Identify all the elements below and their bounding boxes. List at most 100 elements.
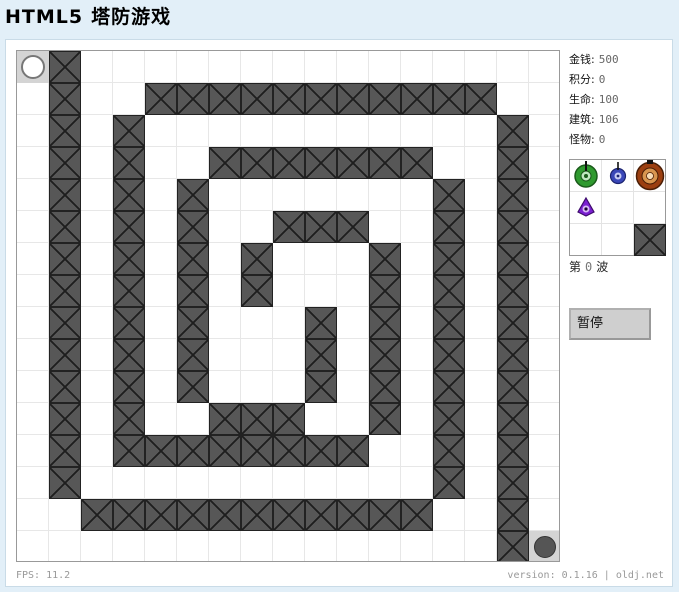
wall-block[interactable] xyxy=(273,83,305,115)
wall-block[interactable] xyxy=(49,147,81,179)
wall-block[interactable] xyxy=(433,83,465,115)
purple-eye-tower-icon[interactable] xyxy=(570,192,602,224)
wall-block[interactable] xyxy=(369,403,401,435)
wall-block[interactable] xyxy=(497,147,529,179)
wall-block[interactable] xyxy=(145,435,177,467)
wall-block[interactable] xyxy=(305,307,337,339)
wall-block[interactable] xyxy=(177,179,209,211)
wall-block[interactable] xyxy=(113,307,145,339)
wall-block[interactable] xyxy=(433,467,465,499)
wall-block[interactable] xyxy=(209,83,241,115)
wall-block[interactable] xyxy=(369,371,401,403)
wall-block[interactable] xyxy=(113,435,145,467)
wall-block[interactable] xyxy=(113,147,145,179)
wall-block[interactable] xyxy=(497,403,529,435)
wall-block[interactable] xyxy=(305,339,337,371)
wall-block[interactable] xyxy=(209,435,241,467)
pause-button[interactable]: 暂停 xyxy=(569,308,651,340)
wall-block[interactable] xyxy=(273,499,305,531)
wall-block[interactable] xyxy=(401,83,433,115)
wall-block[interactable] xyxy=(433,307,465,339)
green-cannon-tower-icon[interactable] xyxy=(570,160,602,192)
wall-block[interactable] xyxy=(433,339,465,371)
wall-block[interactable] xyxy=(401,147,433,179)
orange-heavy-tower-icon[interactable] xyxy=(634,160,666,192)
wall-block[interactable] xyxy=(241,435,273,467)
wall-block[interactable] xyxy=(113,499,145,531)
wall-block[interactable] xyxy=(177,371,209,403)
wall-block[interactable] xyxy=(49,371,81,403)
wall-block[interactable] xyxy=(497,275,529,307)
wall-block[interactable] xyxy=(369,339,401,371)
wall-block[interactable] xyxy=(273,211,305,243)
wall-block[interactable] xyxy=(305,83,337,115)
wall-block[interactable] xyxy=(49,467,81,499)
wall-block[interactable] xyxy=(497,339,529,371)
wall-block[interactable] xyxy=(337,147,369,179)
wall-block[interactable] xyxy=(49,115,81,147)
wall-block[interactable] xyxy=(49,211,81,243)
wall-block[interactable] xyxy=(433,403,465,435)
wall-block[interactable] xyxy=(497,179,529,211)
wall-block[interactable] xyxy=(113,371,145,403)
wall-block[interactable] xyxy=(49,339,81,371)
wall-block[interactable] xyxy=(241,83,273,115)
wall-block[interactable] xyxy=(113,243,145,275)
wall-block[interactable] xyxy=(497,531,529,561)
wall-block[interactable] xyxy=(401,499,433,531)
wall-block[interactable] xyxy=(433,371,465,403)
wall-block[interactable] xyxy=(497,307,529,339)
wall-block[interactable] xyxy=(497,211,529,243)
wall-block[interactable] xyxy=(433,435,465,467)
wall-block[interactable] xyxy=(177,83,209,115)
wall-block[interactable] xyxy=(49,275,81,307)
wall-block[interactable] xyxy=(305,371,337,403)
wall-block[interactable] xyxy=(241,275,273,307)
wall-block[interactable] xyxy=(49,243,81,275)
wall-block[interactable] xyxy=(337,499,369,531)
wall-block[interactable] xyxy=(177,435,209,467)
wall-block[interactable] xyxy=(465,83,497,115)
wall-block[interactable] xyxy=(145,499,177,531)
wall-block[interactable] xyxy=(209,499,241,531)
wall-block[interactable] xyxy=(369,243,401,275)
wall-block[interactable] xyxy=(497,467,529,499)
wall-block[interactable] xyxy=(241,403,273,435)
wall-block[interactable] xyxy=(433,211,465,243)
wall-block[interactable] xyxy=(241,147,273,179)
wall-block[interactable] xyxy=(177,499,209,531)
wall-block[interactable] xyxy=(177,211,209,243)
wall-block[interactable] xyxy=(337,435,369,467)
wall-block[interactable] xyxy=(497,371,529,403)
wall-block[interactable] xyxy=(145,83,177,115)
wall-block[interactable] xyxy=(433,275,465,307)
wall-block[interactable] xyxy=(113,275,145,307)
wall-block[interactable] xyxy=(497,435,529,467)
wall-block[interactable] xyxy=(305,147,337,179)
wall-block[interactable] xyxy=(49,403,81,435)
wall-block[interactable] xyxy=(177,275,209,307)
wall-block-icon[interactable] xyxy=(634,224,666,256)
wall-block[interactable] xyxy=(305,211,337,243)
wall-block[interactable] xyxy=(241,499,273,531)
wall-block[interactable] xyxy=(113,211,145,243)
wall-block[interactable] xyxy=(177,339,209,371)
wall-block[interactable] xyxy=(273,403,305,435)
wall-block[interactable] xyxy=(113,115,145,147)
game-board[interactable] xyxy=(16,50,560,562)
wall-block[interactable] xyxy=(49,307,81,339)
wall-block[interactable] xyxy=(497,243,529,275)
site-link[interactable]: oldj.net xyxy=(616,570,664,581)
wall-block[interactable] xyxy=(177,243,209,275)
wall-block[interactable] xyxy=(369,499,401,531)
wall-block[interactable] xyxy=(337,83,369,115)
wall-block[interactable] xyxy=(305,435,337,467)
wall-block[interactable] xyxy=(497,499,529,531)
wall-block[interactable] xyxy=(433,243,465,275)
wall-block[interactable] xyxy=(305,499,337,531)
wall-block[interactable] xyxy=(113,403,145,435)
wall-block[interactable] xyxy=(49,83,81,115)
wall-block[interactable] xyxy=(497,115,529,147)
wall-block[interactable] xyxy=(273,147,305,179)
wall-block[interactable] xyxy=(49,51,81,83)
